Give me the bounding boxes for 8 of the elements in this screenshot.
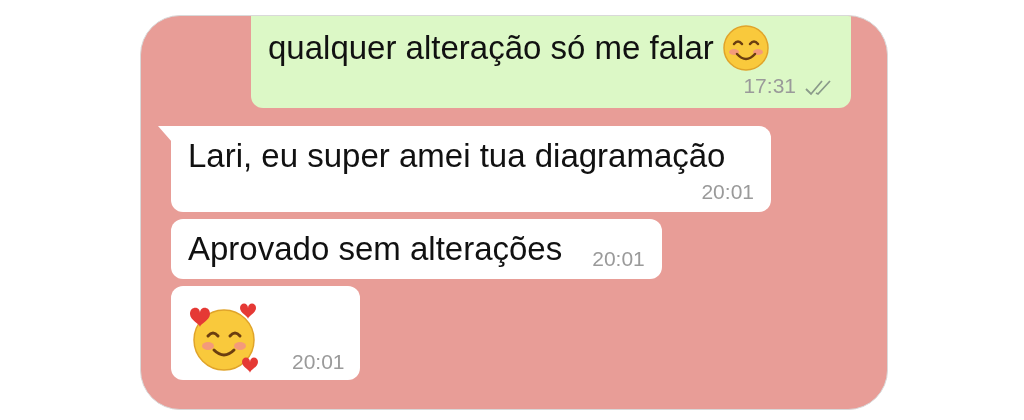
message-text: Aprovado sem alterações — [188, 229, 563, 269]
message-time: 20:01 — [292, 349, 345, 375]
message-text: Lari, eu super amei tua diagramação — [188, 136, 726, 176]
smiling-face-icon — [721, 24, 770, 72]
message-text: qualquer alteração só me falar — [268, 28, 714, 68]
message-time: 20:01 — [592, 246, 645, 272]
message-time: 20:01 — [701, 179, 754, 205]
message-time: 17:31 — [743, 73, 796, 99]
